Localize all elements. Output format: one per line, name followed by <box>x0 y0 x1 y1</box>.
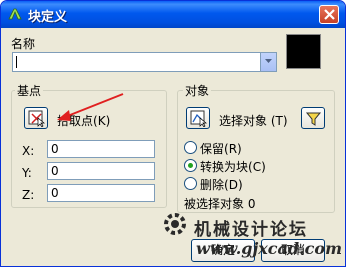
y-label: Y: <box>22 166 32 180</box>
convert-to-block-label: 转换为块(C) <box>200 160 266 174</box>
autocad-app-icon <box>8 8 22 20</box>
close-icon <box>324 9 335 20</box>
block-preview-swatch <box>286 34 321 69</box>
objects-group-title: 对象 <box>183 82 212 99</box>
block-definition-dialog: 块定义 名称 基点 拾取点(K) X: 0 Y: 0 Z: 0 对象 选择对象 … <box>0 0 346 267</box>
pick-point-button[interactable] <box>24 107 48 129</box>
select-objects-label: 选择对象 (T) <box>219 114 288 128</box>
chevron-down-icon <box>265 59 272 63</box>
x-coordinate-input[interactable]: 0 <box>47 140 155 158</box>
x-label: X: <box>22 144 35 158</box>
block-name-combobox[interactable] <box>12 52 277 72</box>
gear-logo-icon <box>164 213 186 235</box>
name-label: 名称 <box>11 37 36 51</box>
quick-select-button[interactable] <box>301 107 325 129</box>
delete-radio[interactable] <box>184 177 197 190</box>
y-coordinate-input[interactable]: 0 <box>47 162 155 180</box>
quick-select-filter-icon <box>305 112 322 126</box>
window-title: 块定义 <box>28 10 68 25</box>
forum-watermark: 机械设计论坛 www.gjxcad.com <box>156 201 345 266</box>
watermark-url: www.gjxcad.com <box>196 239 343 258</box>
convert-to-block-radio[interactable] <box>184 159 197 172</box>
base-point-group-title: 基点 <box>15 82 44 99</box>
retain-label: 保留(R) <box>200 142 242 156</box>
delete-label: 删除(D) <box>200 178 243 192</box>
title-bar[interactable]: 块定义 <box>1 1 345 28</box>
z-label: Z: <box>22 188 35 202</box>
select-objects-button[interactable] <box>186 107 210 129</box>
select-objects-icon <box>190 110 207 127</box>
z-coordinate-input[interactable]: 0 <box>47 184 155 202</box>
pick-point-icon <box>28 110 45 127</box>
annotation-arrow-icon <box>57 93 124 121</box>
text-caret <box>16 56 17 68</box>
retain-radio[interactable] <box>184 141 197 154</box>
name-dropdown-button[interactable] <box>260 53 276 71</box>
watermark-title: 机械设计论坛 <box>194 220 308 240</box>
close-button[interactable] <box>319 5 339 24</box>
